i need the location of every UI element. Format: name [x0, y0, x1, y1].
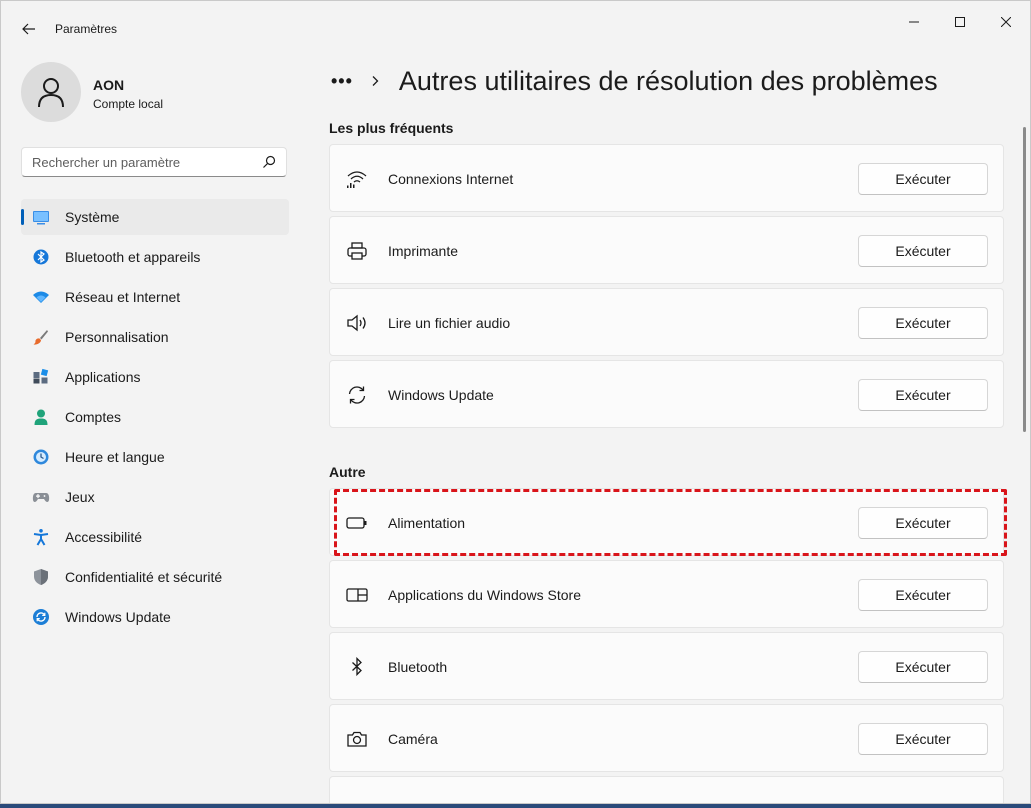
apps-icon	[33, 368, 49, 384]
settings-window: Paramètres AON Compte local Rechercher u…	[0, 0, 1031, 804]
breadcrumb-overflow-button[interactable]: •••	[331, 71, 353, 92]
troubleshooter-partial	[329, 776, 1004, 804]
app-title: Paramètres	[55, 22, 118, 36]
breadcrumb: ••• Autres utilitaires de résolution des…	[331, 63, 938, 99]
sidebar-item-label: Accessibilité	[65, 529, 143, 545]
sidebar-item-label: Système	[65, 209, 120, 225]
minimize-button[interactable]	[891, 9, 937, 35]
run-button[interactable]: Exécuter	[858, 651, 988, 683]
troubleshooter-label: Connexions Internet	[388, 171, 514, 187]
store-apps-icon	[346, 588, 368, 602]
arrow-left-icon	[22, 23, 35, 35]
speaker-icon	[347, 314, 366, 332]
troubleshooter-label: Windows Update	[388, 387, 494, 403]
profile-name: AON	[93, 77, 125, 93]
brush-icon	[33, 330, 48, 345]
sidebar-item-bluetooth[interactable]: Bluetooth et appareils	[21, 239, 289, 275]
accessibility-icon	[33, 529, 49, 546]
troubleshooter-label: Alimentation	[388, 515, 466, 531]
close-icon	[1001, 17, 1011, 27]
sidebar-item-label: Réseau et Internet	[65, 289, 181, 305]
run-button[interactable]: Exécuter	[858, 307, 988, 339]
troubleshooter-label: Bluetooth	[388, 659, 448, 675]
shield-icon	[34, 569, 48, 585]
troubleshooter-imprimante: Imprimante Exécuter	[329, 216, 1004, 284]
sidebar-item-reseau[interactable]: Réseau et Internet	[21, 279, 289, 315]
troubleshooter-label: Applications du Windows Store	[388, 587, 581, 603]
maximize-icon	[955, 17, 965, 27]
troubleshooter-label: Lire un fichier audio	[388, 315, 511, 331]
close-button[interactable]	[983, 9, 1029, 35]
troubleshooter-label: Caméra	[388, 731, 438, 747]
sidebar-item-label: Confidentialité et sécurité	[65, 569, 223, 585]
sidebar-item-label: Applications	[65, 369, 141, 385]
sidebar-item-windows-update[interactable]: Windows Update	[21, 599, 289, 635]
windows-update-icon	[33, 609, 49, 625]
run-button[interactable]: Exécuter	[858, 579, 988, 611]
back-button[interactable]	[15, 15, 43, 43]
sidebar-item-applications[interactable]: Applications	[21, 359, 289, 395]
printer-icon	[347, 242, 367, 260]
avatar	[21, 62, 81, 122]
partial-icon	[346, 801, 368, 804]
troubleshooter-windows-update: Windows Update Exécuter	[329, 360, 1004, 428]
minimize-icon	[909, 21, 919, 23]
maximize-button[interactable]	[937, 9, 983, 35]
search-input[interactable]	[32, 153, 252, 171]
sidebar-item-systeme[interactable]: Système	[21, 199, 289, 235]
troubleshooter-connexions-internet: Connexions Internet Exécuter	[329, 144, 1004, 212]
title-bar: Paramètres	[1, 1, 1030, 51]
battery-icon	[346, 517, 367, 529]
bluetooth-icon	[352, 657, 362, 677]
section-title-frequent: Les plus fréquents	[329, 120, 454, 136]
system-icon	[33, 211, 49, 225]
user-icon	[38, 78, 64, 108]
sidebar-item-label: Jeux	[65, 489, 95, 505]
troubleshooter-windows-store-apps: Applications du Windows Store Exécuter	[329, 560, 1004, 628]
sidebar-item-comptes[interactable]: Comptes	[21, 399, 289, 435]
sidebar-item-label: Bluetooth et appareils	[65, 249, 201, 265]
troubleshooter-label: Imprimante	[388, 243, 459, 259]
wifi-icon	[347, 171, 367, 188]
sidebar-item-accessibilite[interactable]: Accessibilité	[21, 519, 289, 555]
sidebar-item-confidentialite[interactable]: Confidentialité et sécurité	[21, 559, 289, 595]
profile-account-type: Compte local	[93, 97, 164, 111]
sidebar-item-personnalisation[interactable]: Personnalisation	[21, 319, 289, 355]
section-title-other: Autre	[329, 464, 366, 480]
sidebar-item-jeux[interactable]: Jeux	[21, 479, 289, 515]
accounts-icon	[34, 409, 48, 425]
sidebar-item-heure-langue[interactable]: Heure et langue	[21, 439, 289, 475]
scrollbar[interactable]	[1023, 127, 1026, 432]
search-icon[interactable]	[262, 155, 276, 169]
troubleshooter-alimentation: Alimentation Exécuter	[329, 488, 1004, 556]
troubleshooter-audio: Lire un fichier audio Exécuter	[329, 288, 1004, 356]
network-icon	[33, 291, 49, 303]
run-button[interactable]: Exécuter	[858, 507, 988, 539]
gamepad-icon	[32, 493, 50, 502]
sidebar-item-label: Heure et langue	[65, 449, 165, 465]
chevron-right-icon	[372, 76, 379, 86]
troubleshooter-camera: Caméra Exécuter	[329, 704, 1004, 772]
refresh-icon	[348, 386, 366, 404]
sidebar-item-label: Windows Update	[65, 609, 171, 625]
sidebar-item-label: Personnalisation	[65, 329, 169, 345]
sidebar-nav: Système Bluetooth et appareils Réseau et…	[21, 199, 289, 639]
run-button[interactable]: Exécuter	[858, 379, 988, 411]
sidebar-item-label: Comptes	[65, 409, 122, 425]
bluetooth-devices-icon	[33, 249, 49, 265]
settings-search	[21, 147, 287, 177]
troubleshooter-bluetooth: Bluetooth Exécuter	[329, 632, 1004, 700]
camera-icon	[347, 731, 367, 747]
run-button[interactable]: Exécuter	[858, 163, 988, 195]
page-title: Autres utilitaires de résolution des pro…	[398, 65, 938, 96]
time-language-icon	[33, 449, 49, 465]
run-button[interactable]: Exécuter	[858, 723, 988, 755]
run-button[interactable]: Exécuter	[858, 235, 988, 267]
